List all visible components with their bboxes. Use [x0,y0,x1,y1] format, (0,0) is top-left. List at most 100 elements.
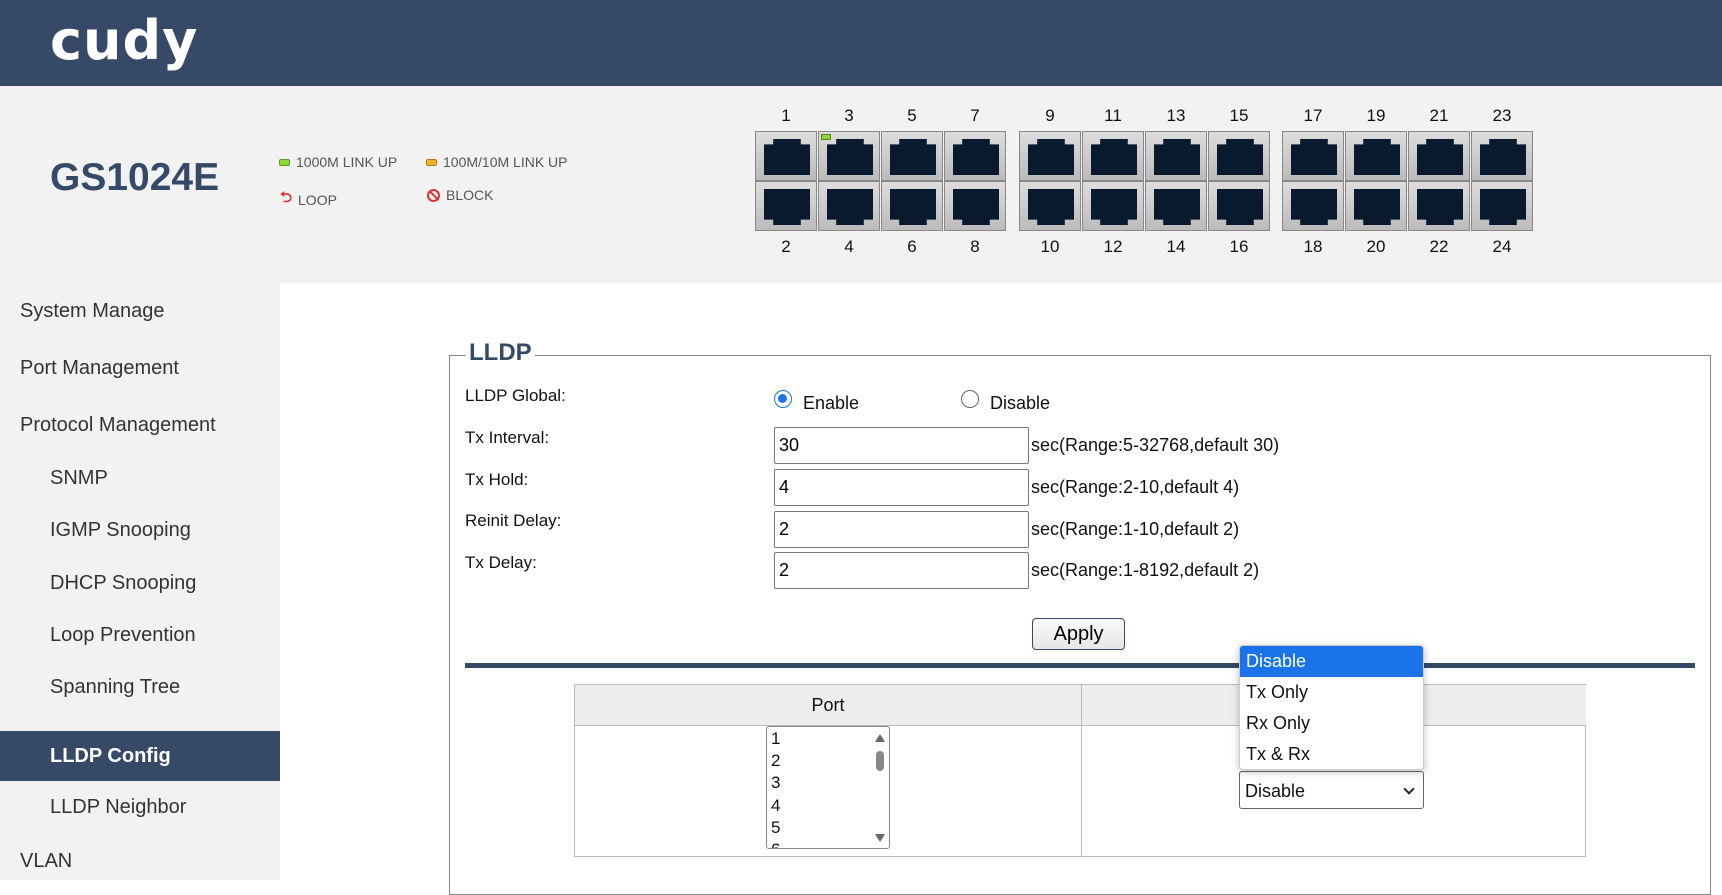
port-7[interactable] [944,131,1006,181]
tx-hold-hint: sec(Range:2-10,default 4) [1031,477,1240,497]
sidebar-item-protocol-management[interactable]: Protocol Management [0,414,280,437]
reinit-delay-hint: sec(Range:1-10,default 2) [1031,519,1240,539]
lldp-mode-value: Disable [1245,781,1306,801]
port-14[interactable] [1145,181,1207,231]
page-title: LLDP [466,339,535,367]
port-17[interactable] [1282,131,1344,181]
port-21[interactable] [1408,131,1470,181]
port-number-24: 24 [1492,237,1512,256]
legend-label: 1000M LINK UP [296,154,398,170]
rj45-jack-icon [764,189,810,225]
tx-interval-label: Tx Interval: [465,428,550,447]
port-20[interactable] [1345,181,1407,231]
rj45-jack-icon [1028,139,1074,175]
sidebar-item-spanning-tree[interactable]: Spanning Tree [0,676,280,699]
lldp-disable-radio[interactable] [961,390,979,408]
rj45-jack-icon [1091,139,1137,175]
block-icon [427,188,440,202]
list-item[interactable]: 3 [771,773,780,793]
option-rx-only[interactable]: Rx Only [1240,708,1423,739]
port-number-2: 2 [781,237,791,256]
rj45-jack-icon [1291,189,1337,225]
port-number-19: 19 [1366,106,1386,125]
sidebar-item-system-manage[interactable]: System Manage [0,300,280,323]
lldp-mode-select[interactable]: Disable [1239,771,1424,809]
option-disable[interactable]: Disable [1240,646,1423,677]
port-24[interactable] [1471,181,1533,231]
tx-delay-input[interactable] [774,552,1029,589]
port-2[interactable] [755,181,817,231]
cudy-logo: cudy [50,9,199,72]
port-number-18: 18 [1303,237,1323,256]
port-number-6: 6 [907,237,917,256]
scrollbar-thumb[interactable] [876,751,884,771]
port-number-23: 23 [1492,106,1512,125]
port-number-20: 20 [1366,237,1386,256]
rj45-jack-icon [1480,139,1526,175]
legend-1000m: 1000M LINK UP [279,154,397,170]
listbox-scrollbar[interactable] [874,728,888,847]
rj45-jack-icon [1417,189,1463,225]
port-23[interactable] [1471,131,1533,181]
sidebar-item-loop-prevention[interactable]: Loop Prevention [0,624,280,647]
port-8[interactable] [944,181,1006,231]
port-number-13: 13 [1166,106,1186,125]
rj45-jack-icon [764,139,810,175]
sidebar-item-dhcp-snooping[interactable]: DHCP Snooping [0,572,280,595]
sidebar-item-vlan[interactable]: VLAN [0,850,280,873]
rj45-jack-icon [1417,139,1463,175]
list-item[interactable]: 4 [771,796,780,816]
sidebar-item-port-management[interactable]: Port Management [0,357,280,380]
sidebar-item-igmp-snooping[interactable]: IGMP Snooping [0,519,280,542]
option-tx-only[interactable]: Tx Only [1240,677,1423,708]
legend-label: LOOP [298,191,337,208]
sidebar-item-lldp-neighbor[interactable]: LLDP Neighbor [0,796,280,819]
port-5[interactable] [881,131,943,181]
port-number-1: 1 [781,106,791,125]
port-19[interactable] [1345,131,1407,181]
port-1[interactable] [755,131,817,181]
sidebar-item-lldp-config[interactable]: LLDP Config [0,731,280,781]
port-number-3: 3 [844,106,854,125]
port-3[interactable] [818,131,880,181]
list-item[interactable]: 6 [771,840,780,848]
port-number-8: 8 [970,237,980,256]
led-green-icon [279,158,290,166]
list-item[interactable]: 5 [771,818,780,838]
port-12[interactable] [1082,181,1144,231]
tx-delay-hint: sec(Range:1-8192,default 2) [1031,560,1260,580]
port-16[interactable] [1208,181,1270,231]
port-15[interactable] [1208,131,1270,181]
option-tx-rx[interactable]: Tx & Rx [1240,739,1423,769]
port-18[interactable] [1282,181,1344,231]
lldp-mode-dropdown[interactable]: Disable Tx Only Rx Only Tx & Rx [1239,645,1424,770]
list-item[interactable]: 2 [771,751,780,771]
tx-interval-input[interactable] [774,427,1029,464]
port-number-22: 22 [1429,237,1449,256]
port-number-17: 17 [1303,106,1323,125]
sidebar: System Manage Port Management Protocol M… [0,283,280,880]
port-number-7: 7 [970,106,980,125]
port-22[interactable] [1408,181,1470,231]
port-listbox[interactable]: 1 2 3 4 5 6 [766,726,890,849]
lldp-enable-radio[interactable] [774,390,792,408]
scroll-down-arrow-icon[interactable] [875,834,885,842]
legend-block: BLOCK [427,187,493,203]
port-11[interactable] [1082,131,1144,181]
port-13[interactable] [1145,131,1207,181]
device-panel: GS1024E 1000M LINK UP 100M/10M LINK UP ⮌… [0,86,1722,283]
legend-100m: 100M/10M LINK UP [426,154,568,170]
sidebar-item-snmp[interactable]: SNMP [0,467,280,490]
port-9[interactable] [1019,131,1081,181]
port-mode-table: Port [574,684,1586,857]
port-4[interactable] [818,181,880,231]
port-6[interactable] [881,181,943,231]
port-10[interactable] [1019,181,1081,231]
legend-loop: ⮌ LOOP [280,187,337,212]
tx-hold-input[interactable] [774,469,1029,506]
reinit-delay-input[interactable] [774,511,1029,548]
list-item[interactable]: 1 [771,729,780,749]
scroll-up-arrow-icon[interactable] [875,734,885,742]
apply-button[interactable]: Apply [1032,618,1125,650]
rj45-jack-icon [1154,189,1200,225]
